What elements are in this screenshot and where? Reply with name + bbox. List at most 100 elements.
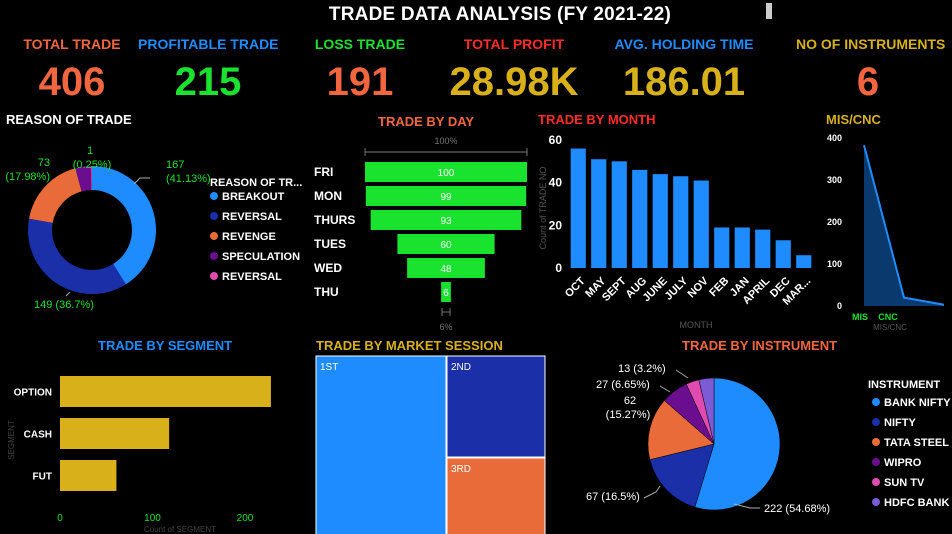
session-treemap-chart: 1ST 2ND 3RD bbox=[315, 355, 546, 534]
segment-x-tick: 200 bbox=[237, 513, 254, 524]
reason-leader-line bbox=[133, 177, 150, 185]
instrument-data-label: 67 (16.5%) bbox=[586, 491, 640, 503]
session-cell-label: 3RD bbox=[451, 464, 471, 475]
session-cell-label: 1ST bbox=[320, 362, 338, 373]
month-bar bbox=[775, 240, 791, 268]
day-panel-title: TRADE BY DAY bbox=[378, 114, 475, 129]
mis-x-tick: MIS bbox=[852, 312, 868, 322]
mis-x-axis-label: MIS/CNC bbox=[873, 323, 907, 332]
instrument-pie-chart: 222 (54.68%) 67 (16.5%) 62 (15.27%) 27 (6.65… bbox=[586, 363, 951, 515]
segment-category-label: FUT bbox=[33, 472, 52, 483]
mis-y-tick: 400 bbox=[827, 133, 842, 143]
instrument-leader-line bbox=[659, 385, 671, 393]
reason-data-label-pct: (41.13%) bbox=[166, 173, 211, 185]
reason-data-label: 73 bbox=[38, 157, 50, 169]
mis-y-tick: 100 bbox=[827, 259, 842, 269]
segment-x-tick: 100 bbox=[144, 513, 161, 524]
mis-panel-title: MIS/CNC bbox=[826, 112, 881, 127]
kpi-label-profitable-trade: PROFITABLE TRADE bbox=[138, 36, 279, 52]
instrument-legend-marker bbox=[872, 398, 880, 406]
instrument-data-label: 222 (54.68%) bbox=[764, 503, 830, 515]
reason-data-label: 1 bbox=[87, 145, 93, 157]
segment-panel-title: TRADE BY SEGMENT bbox=[98, 338, 233, 353]
kpi-label-total-profit: TOTAL PROFIT bbox=[463, 36, 565, 52]
day-category-label: THU bbox=[314, 285, 339, 299]
segment-bar-chart: OPTION CASH FUT 0 100 200 SEGMENT Count of SEGM… bbox=[7, 376, 271, 534]
segment-category-label: OPTION bbox=[14, 388, 52, 399]
reason-legend-marker bbox=[210, 212, 218, 220]
day-top-percent: 100% bbox=[434, 136, 457, 146]
month-bar bbox=[591, 159, 607, 268]
kpi-label-loss-trade: LOSS TRADE bbox=[314, 36, 406, 52]
instrument-leader-line bbox=[675, 369, 689, 379]
instrument-legend-marker bbox=[872, 438, 880, 446]
month-x-axis-label: MONTH bbox=[680, 320, 713, 330]
day-bar-value: 60 bbox=[440, 240, 452, 251]
month-y-tick: 40 bbox=[549, 176, 563, 190]
month-bar bbox=[611, 161, 627, 268]
month-x-tick: JULY bbox=[663, 275, 691, 303]
reason-data-label: 167 bbox=[166, 159, 184, 171]
month-x-tick: SEPT bbox=[600, 275, 629, 304]
month-x-tick: OCT bbox=[563, 275, 588, 300]
instrument-data-label-pct: (15.27%) bbox=[606, 409, 651, 421]
kpi-value-total-trade: 406 bbox=[38, 60, 106, 104]
instrument-legend-marker bbox=[872, 458, 880, 466]
page-title: TRADE DATA ANALYSIS (FY 2021-22) bbox=[328, 4, 672, 25]
reason-data-label-pct: (0.25%) bbox=[73, 159, 112, 171]
day-bar-value: 6 bbox=[443, 288, 449, 299]
reason-legend-label: REVERSAL bbox=[222, 211, 282, 223]
kpi-value-loss-trade: 191 bbox=[326, 60, 394, 104]
month-y-tick: 20 bbox=[549, 218, 563, 232]
mis-y-tick: 300 bbox=[827, 175, 842, 185]
month-bar bbox=[755, 229, 771, 268]
session-panel-title: TRADE BY MARKET SESSION bbox=[316, 338, 503, 353]
day-bar-value: 99 bbox=[440, 192, 452, 203]
reason-data-label-pct: (17.98%) bbox=[5, 171, 50, 183]
miscnc-area-chart: 0 100 200 300 400 MIS CNCMIS/CNC bbox=[827, 133, 945, 332]
instrument-legend-label: BANK NIFTY bbox=[884, 397, 951, 409]
reason-slice bbox=[27, 218, 126, 294]
instrument-legend-label: TATA STEEL bbox=[884, 437, 949, 449]
session-cell bbox=[315, 355, 447, 534]
mis-y-tick: 0 bbox=[837, 301, 842, 311]
month-bar bbox=[693, 180, 709, 268]
day-category-label: FRI bbox=[314, 165, 333, 179]
day-funnel-chart: 100% 100 FRI 99 MON 93 THURS 60 TUES 48 WED 6 THU 6% bbox=[314, 136, 528, 332]
segment-y-axis-label: SEGMENT bbox=[7, 420, 16, 460]
month-panel-title: TRADE BY MONTH bbox=[538, 112, 656, 127]
month-bar bbox=[632, 169, 648, 268]
mis-area-fill bbox=[864, 145, 944, 306]
instrument-panel-title: TRADE BY INSTRUMENT bbox=[682, 338, 838, 353]
kpi-label-no-of-instruments: NO OF INSTRUMENTS bbox=[796, 36, 946, 52]
month-bar bbox=[652, 174, 668, 268]
session-cell-label: 2ND bbox=[451, 362, 471, 373]
month-bar-chart: 0204060Count of TRADE NOOCTMAYSEPTAUGJUN… bbox=[538, 133, 813, 330]
month-y-tick: 0 bbox=[555, 261, 562, 275]
kpi-value-total-profit: 28.98K bbox=[449, 60, 579, 104]
day-bar-value: 100 bbox=[438, 168, 455, 179]
day-bar-value: 48 bbox=[440, 264, 452, 275]
instrument-data-label: 62 bbox=[624, 395, 636, 407]
reason-legend-label: REVENGE bbox=[222, 231, 276, 243]
segment-bar bbox=[60, 376, 271, 407]
month-bar bbox=[796, 255, 812, 268]
instrument-legend-label: SUN TV bbox=[884, 477, 925, 489]
segment-bar bbox=[60, 460, 117, 491]
instrument-legend-label: HDFC BANK bbox=[884, 497, 949, 509]
reason-legend-marker bbox=[210, 272, 218, 280]
reason-leader-line bbox=[65, 291, 71, 297]
reason-slice bbox=[92, 166, 156, 285]
month-y-axis-label: Count of TRADE NO bbox=[538, 167, 548, 250]
instrument-legend-marker bbox=[872, 418, 880, 426]
kpi-value-no-of-instruments: 6 bbox=[856, 60, 880, 104]
day-category-label: TUES bbox=[314, 237, 346, 251]
reason-legend-marker bbox=[210, 232, 218, 240]
kpi-label-avg-holding-time: AVG. HOLDING TIME bbox=[614, 36, 754, 52]
instrument-data-label: 27 (6.65%) bbox=[596, 379, 650, 391]
instrument-data-label: 13 (3.2%) bbox=[618, 363, 666, 375]
month-bar bbox=[673, 176, 689, 268]
instrument-leader-line bbox=[733, 503, 760, 509]
day-bottom-percent: 6% bbox=[439, 322, 452, 332]
day-category-label: MON bbox=[314, 189, 342, 203]
